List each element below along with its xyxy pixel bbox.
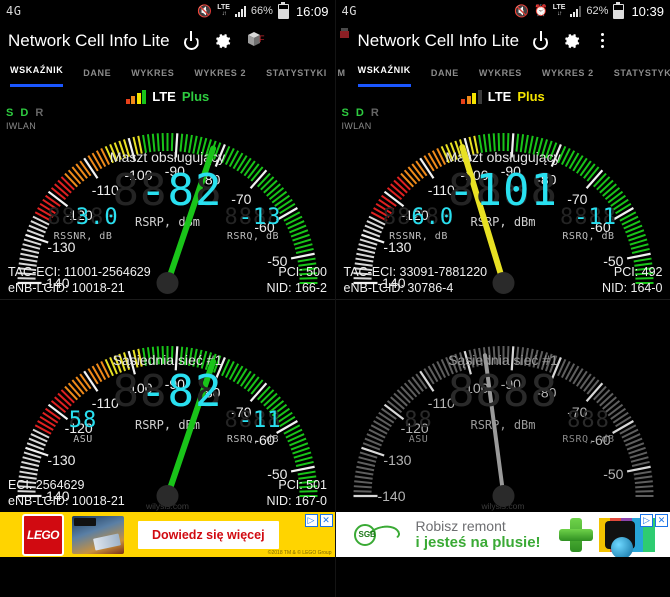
tab-wykres[interactable]: WYKRES [121, 62, 184, 84]
ad-banner[interactable]: SGB Robisz remont i jesteś na plusie! ▷ … [335, 512, 670, 557]
enb-lcid: eNB-LCID: 30786-4 [343, 281, 454, 295]
status-network: 4G [6, 4, 22, 18]
ad-info-icon[interactable]: ▷ [640, 514, 653, 527]
sgb-logo: SGB [350, 520, 402, 550]
rsrq-caption: RSRQ, dB [562, 231, 615, 242]
rssnr-readout: 8 8 838.80 RSSNR, dB [38, 205, 128, 242]
ad-info-icon[interactable]: ▷ [304, 514, 318, 527]
mute-icon: 🔇 [514, 4, 530, 18]
neighbor-gauge: -140 -130 -120 -110 -100 -90 -80 -70 -60 -50 Sąsi… [0, 300, 335, 512]
ad-line-2: i jesteś na plusie! [415, 533, 541, 551]
plus-icon [558, 517, 593, 552]
svg-text:F: F [259, 34, 265, 44]
tab-wykres-2[interactable]: WYKRES 2 [532, 62, 604, 84]
power-icon[interactable] [182, 31, 201, 50]
power-icon[interactable] [531, 31, 550, 50]
tab-wykres[interactable]: WYKRES [469, 62, 532, 84]
status-bar: 4G 🔇 ⏰ LTE ↓↑ 62% 10:39 [335, 0, 670, 22]
serving-gauge: -140 -130 -120 -110 -100 -90 -80 -70 -60 -50 LTE … [0, 87, 335, 299]
app-title: Network Cell Info Lite [357, 30, 520, 50]
ad-line-1: Robisz remont [415, 517, 506, 534]
tab-wskaznik[interactable]: WSKAŹNIK [0, 59, 73, 87]
ad-text: Robisz remont i jesteś na plusie! [416, 518, 541, 551]
serving-info: TAC-ECI: 11001-2564629 PCI: 500 eNB-LCID:… [0, 262, 335, 299]
neighbor-rsrq-caption: RSRQ, dB [226, 434, 280, 445]
enb-lcid: eNB-LCID: 10018-21 [8, 281, 125, 295]
neighbor-rsrq-readout: 8 8 8 RSRQ, dB [544, 408, 634, 445]
ad-fine-print: ©2018 TM & © LEGO Group [267, 550, 332, 556]
clock: 10:39 [631, 3, 664, 19]
panel-right: 4G 🔇 ⏰ LTE ↓↑ 62% 10:39 Network Cell Info… [334, 0, 670, 597]
tab-bar: M WSKAŹNIK DANE WYKRES WYKRES 2 STATYSTY… [336, 59, 670, 87]
app-bar: Network Cell Info Lite [336, 22, 670, 59]
tac-eci: TAC-ECI: 11001-2564629 [8, 265, 151, 279]
tab-statystyki[interactable]: STATYSTYKI [604, 62, 670, 84]
asu-readout: 8588 ASU [38, 408, 128, 445]
overflow-menu-icon[interactable] [594, 33, 610, 48]
neighbor-gauge: -140 -130 -120 -110 -100 -90 -80 -70 -60 -50 Sąsi… [335, 300, 670, 512]
rsrq-caption: RSRQ, dB [226, 231, 280, 242]
gear-icon[interactable] [213, 31, 233, 51]
rssnr-readout: 8 8 868.80 RSSNR, dB [374, 205, 464, 242]
rssnr-caption: RSSNR, dB [53, 231, 113, 242]
pci: PCI: 492 [613, 265, 663, 279]
rssnr-caption: RSSNR, dB [389, 231, 448, 242]
neighbor-info: ECI: 2564629 PCI: 501 eNB-LCID: 10018-21 N… [0, 475, 335, 512]
tab-overflow-hint-left[interactable]: M [336, 68, 348, 78]
asu-caption: ASU [73, 434, 93, 445]
serving-info: TAC-ECI: 33091-7881220 PCI: 492 eNB-LCID:… [336, 262, 670, 299]
nid: NID: 167-0 [266, 494, 327, 508]
pci: PCI: 501 [278, 478, 327, 492]
status-network: 4G [341, 4, 357, 18]
rsrq-readout: 8 8-8181 RSRQ, dB [544, 205, 634, 242]
serving-gauge: -140 -130 -120 -110 -100 -90 -80 -70 -60 -50 LTE … [335, 87, 670, 299]
asu-caption: ASU [408, 434, 429, 445]
alarm-icon: ⏰ [534, 4, 548, 17]
rsrq-readout: 8 8-8183 RSRQ, dB [208, 205, 298, 242]
ad-product-image [72, 515, 124, 554]
nid: NID: 164-0 [602, 281, 663, 295]
battery-icon [277, 1, 289, 19]
tab-wykres-2[interactable]: WYKRES 2 [184, 62, 256, 84]
nid: NID: 166-2 [266, 281, 327, 295]
mute-icon: 🔇 [197, 4, 213, 18]
gear-icon[interactable] [562, 31, 582, 51]
clock: 16:09 [295, 3, 329, 19]
lte-icon: LTE ↓↑ [552, 4, 566, 17]
battery-percent: 62% [586, 5, 609, 17]
tab-bar: WSKAŹNIK DANE WYKRES WYKRES 2 STATYSTYKI… [0, 59, 335, 87]
asu-readout: 8 8 ASU [374, 408, 464, 445]
lte-icon: LTE ↓↑ [217, 4, 230, 17]
ad-cta-button[interactable]: Dowiedz się więcej [138, 520, 279, 549]
ad-banner[interactable]: LEGO Dowiedz się więcej ▷ ✕ ©2018 TM & ©… [0, 512, 335, 557]
signal-bars-icon [570, 5, 582, 17]
ad-close-icon[interactable]: ✕ [655, 514, 668, 527]
eci: ECI: 2564629 [8, 478, 85, 492]
status-bar: 4G 🔇 LTE ↓↑ 66% 16:09 [0, 0, 335, 22]
lego-logo: LEGO [22, 513, 64, 556]
ad-close-icon[interactable]: ✕ [319, 514, 333, 527]
battery-percent: 66% [250, 5, 273, 17]
tab-wskaznik[interactable]: WSKAŹNIK [348, 59, 421, 87]
app-bar: Network Cell Info Lite F [0, 22, 335, 59]
pci: PCI: 500 [278, 265, 327, 279]
dual-screenshot: 4G 🔇 LTE ↓↑ 66% 16:09 Network Cell Info L… [0, 0, 670, 597]
tab-dane[interactable]: DANE [73, 62, 121, 84]
neighbor-rsrq-readout: 8 8-8181 RSRQ, dB [208, 408, 298, 445]
enb-lcid: eNB-LCID: 10018-21 [8, 494, 125, 508]
tac-eci: TAC-ECI: 33091-7881220 [343, 265, 488, 279]
app-logo-icon: F [245, 30, 269, 52]
neighbor-rsrq-caption: RSRQ, dB [562, 434, 615, 445]
tab-statystyki[interactable]: STATYSTYKI [256, 62, 334, 84]
app-logo-icon [338, 26, 362, 48]
tab-dane[interactable]: DANE [421, 62, 469, 84]
battery-icon [613, 1, 625, 19]
signal-bars-icon [234, 5, 246, 17]
panel-left: 4G 🔇 LTE ↓↑ 66% 16:09 Network Cell Info L… [0, 0, 335, 597]
app-title: Network Cell Info Lite [8, 30, 170, 50]
